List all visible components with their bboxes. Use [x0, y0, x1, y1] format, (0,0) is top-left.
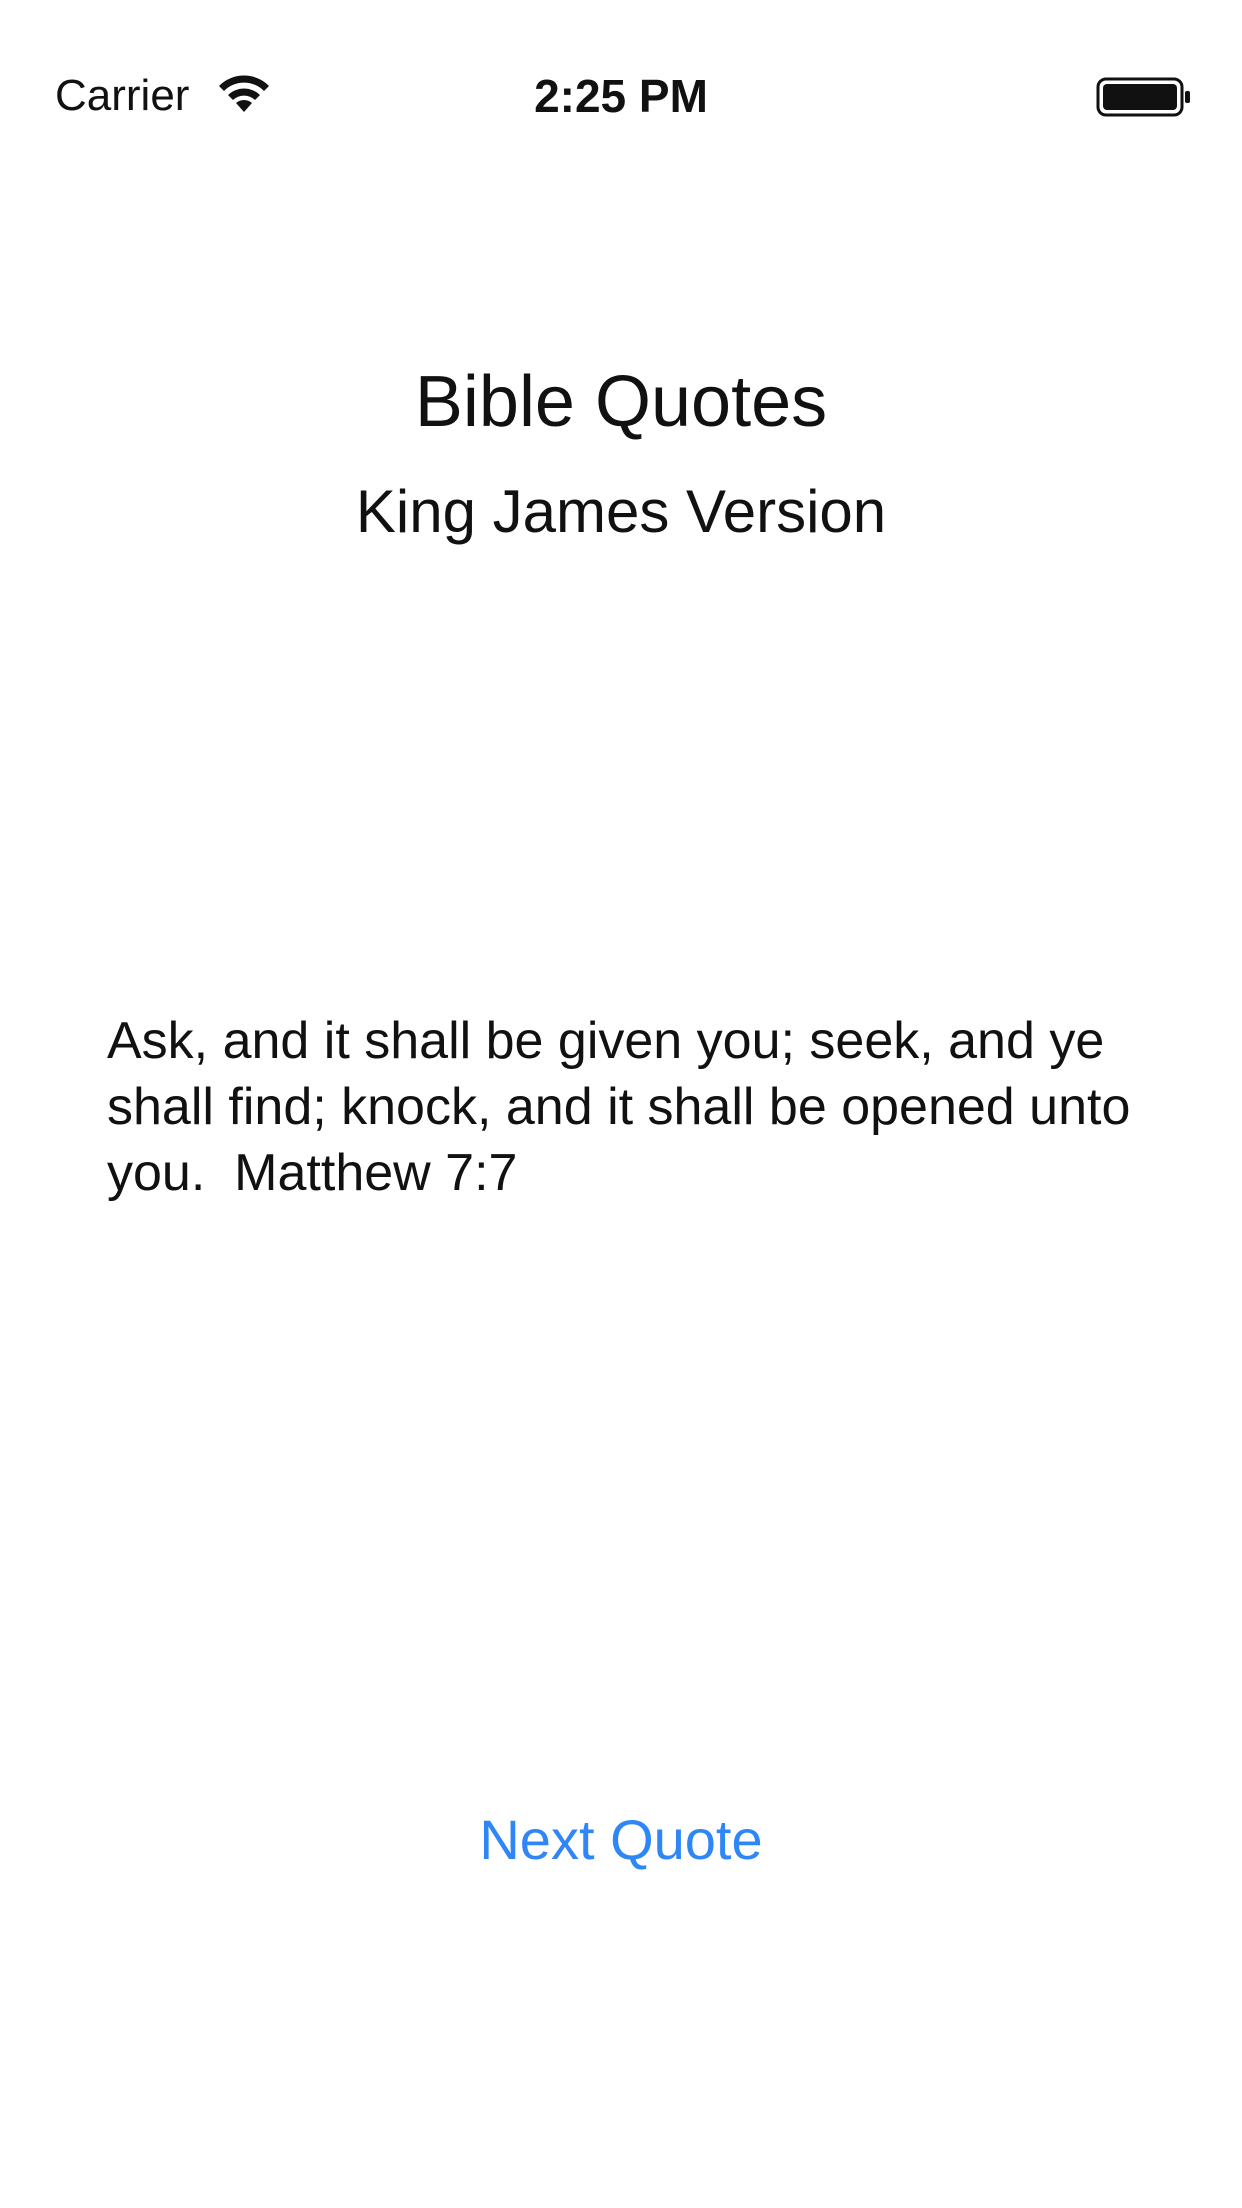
quote-text: Ask, and it shall be given you; seek, an…	[107, 1012, 1145, 1202]
app-screen: Carrier 2:25 PM Bible Quotes King James …	[0, 0, 1242, 2208]
status-bar: Carrier 2:25 PM	[0, 0, 1242, 190]
status-time: 2:25 PM	[534, 70, 708, 122]
page-subtitle: King James Version	[355, 478, 887, 545]
next-quote-button[interactable]: Next Quote	[421, 1800, 821, 1880]
battery-icon	[1096, 77, 1190, 117]
page-title: Bible Quotes	[414, 362, 828, 442]
